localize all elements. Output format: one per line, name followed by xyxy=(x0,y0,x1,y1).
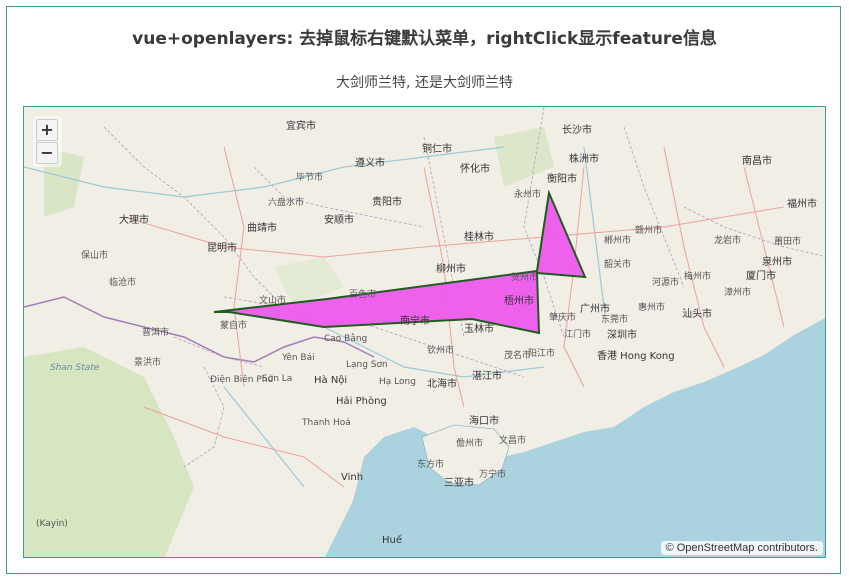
map-label: 蒙自市 xyxy=(220,321,248,331)
map-label: Sơn La xyxy=(262,374,293,384)
map-attribution[interactable]: © OpenStreetMap contributors. xyxy=(660,541,823,555)
map-label: 百色市 xyxy=(349,290,377,300)
map-label: Huế xyxy=(382,535,403,546)
map-label: 文山市 xyxy=(259,296,287,306)
map-label: 柳州市 xyxy=(436,264,466,275)
map-label: 大理市 xyxy=(119,215,149,226)
map-label: 梧州市 xyxy=(504,296,534,307)
map-label: Yên Bái xyxy=(282,353,315,363)
map-label: (Kayin) xyxy=(36,519,68,529)
map-label: Hà Nội xyxy=(314,375,348,386)
map-label: Thanh Hoá xyxy=(302,418,351,428)
map-label: 永州市 xyxy=(514,190,542,200)
map-label: 株洲市 xyxy=(569,154,599,165)
zoom-in-button[interactable]: + xyxy=(36,119,58,141)
map-label: 南昌市 xyxy=(742,156,772,167)
map-label: 保山市 xyxy=(81,251,109,261)
page-title: vue+openlayers: 去掉鼠标右键默认菜单，rightClick显示f… xyxy=(132,29,717,49)
map-label: 普洱市 xyxy=(142,328,170,338)
map-label: Hạ Long xyxy=(379,377,416,387)
zoom-control: + − xyxy=(33,116,62,167)
map-label: 景洪市 xyxy=(134,358,162,368)
map-label: Hải Phòng xyxy=(336,396,387,407)
map-label: 泉州市 xyxy=(762,257,792,268)
map-label: Cao Bằng xyxy=(324,334,368,344)
map-label: Shan State xyxy=(50,363,100,373)
map-label: Vinh xyxy=(341,472,364,483)
map-label: 桂林市 xyxy=(464,232,494,243)
map-label: 福州市 xyxy=(787,199,817,210)
map-viewport[interactable]: 宜宾市 遵义市 铜仁市 怀化市 长沙市 株洲市 衡阳市 南昌市 大理市 昆明市 … xyxy=(23,106,826,558)
map-label: 遵义市 xyxy=(355,158,385,169)
map-label: 汕头市 xyxy=(682,309,712,320)
map-label: 肇庆市 xyxy=(549,313,577,323)
map-label: 赣州市 xyxy=(635,226,663,236)
map-label: 香港 Hong Kong xyxy=(597,351,675,362)
map-label: 曲靖市 xyxy=(247,223,277,234)
map-label: 莆田市 xyxy=(774,237,802,247)
map-label: 漳州市 xyxy=(724,288,752,298)
map-label: 茂名市 xyxy=(504,351,532,361)
map-label: 阳江市 xyxy=(528,349,556,359)
map-label: 郴州市 xyxy=(604,236,632,246)
map-label: 衡阳市 xyxy=(547,174,577,185)
map-label: 韶关市 xyxy=(604,260,632,270)
map-label: 宜宾市 xyxy=(286,121,316,132)
map-label: 临沧市 xyxy=(109,278,137,288)
map-label: 长沙市 xyxy=(562,125,592,136)
map-label: 东莞市 xyxy=(601,315,629,325)
map-label: 惠州市 xyxy=(638,303,666,313)
map-label: 北海市 xyxy=(427,379,457,390)
map-label: 万宁市 xyxy=(479,470,507,480)
map-label: 三亚市 xyxy=(444,478,474,489)
map-label: 江门市 xyxy=(564,330,592,340)
map-label: 厦门市 xyxy=(746,271,776,282)
zoom-out-button[interactable]: − xyxy=(36,142,58,164)
map-label: 钦州市 xyxy=(427,346,455,356)
map-label: Lạng Sơn xyxy=(346,360,388,370)
map-label: 东方市 xyxy=(417,460,445,470)
map-label: 海口市 xyxy=(469,416,499,427)
map-label: 湛江市 xyxy=(472,371,502,382)
map-label: 昆明市 xyxy=(207,243,237,254)
map-label: 怀化市 xyxy=(460,164,490,175)
map-label: 六盘水市 xyxy=(268,198,305,208)
map-label: 儋州市 xyxy=(456,439,484,449)
map-label: 贺州市 xyxy=(511,273,539,283)
map-label: 深圳市 xyxy=(607,330,637,341)
map-label: 铜仁市 xyxy=(422,144,452,155)
map-label: 安顺市 xyxy=(324,215,354,226)
map-label: 贵阳市 xyxy=(372,197,402,208)
map-label: 毕节市 xyxy=(296,173,324,183)
map-label: 梅州市 xyxy=(684,272,712,282)
map-label: 南宁市 xyxy=(400,316,430,327)
map-label: 河源市 xyxy=(652,278,680,288)
map-label: 玉林市 xyxy=(464,324,494,335)
page-subtitle: 大剑师兰特, 还是大剑师兰特 xyxy=(336,75,513,91)
map-label: 龙岩市 xyxy=(714,236,742,246)
map-label: 文昌市 xyxy=(499,436,527,446)
